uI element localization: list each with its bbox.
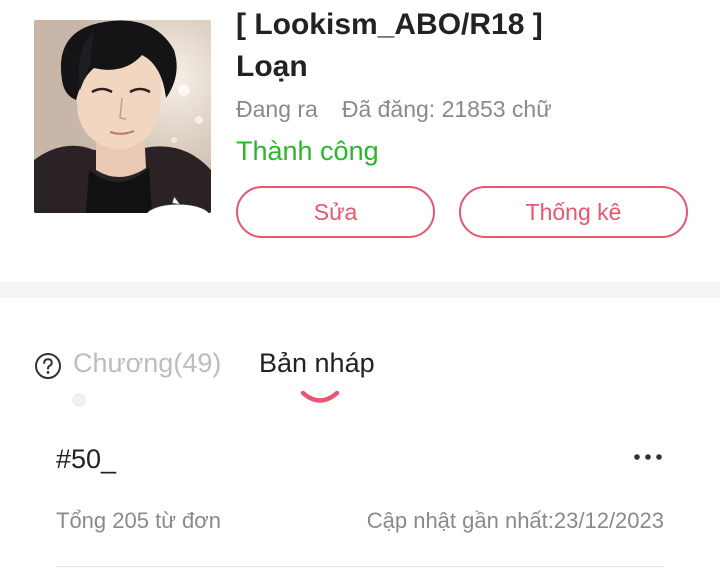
published-word-count: Đã đăng: 21853 chữ: [341, 96, 552, 122]
tab-drafts[interactable]: Bản nháp: [259, 348, 375, 379]
tab-chapters[interactable]: Chương(49): [73, 348, 221, 379]
list-divider: [56, 566, 664, 567]
tab-chapters-dot: [72, 393, 86, 407]
book-title-line-1: [ Lookism_ABO/R18 ]: [236, 8, 543, 41]
cover-illustration: [34, 20, 211, 213]
edit-button[interactable]: Sửa: [236, 186, 435, 238]
more-dots: [634, 454, 662, 460]
section-divider: [0, 282, 720, 298]
book-meta: Đang ra Đã đăng: 21853 chữ: [236, 96, 552, 123]
content-tabs: Chương(49) Bản nháp: [0, 298, 720, 418]
book-title: [ Lookism_ABO/R18 ] Loạn: [236, 4, 706, 88]
draft-list-item[interactable]: #50_ Tổng 205 từ đơn Cập nhật gần nhất:2…: [56, 436, 664, 568]
statistics-button[interactable]: Thống kê: [459, 186, 688, 238]
draft-title: #50_: [56, 444, 117, 474]
book-title-line-2: Loạn: [236, 50, 308, 83]
draft-word-count: Tổng 205 từ đơn: [56, 508, 221, 533]
active-tab-indicator: [300, 390, 340, 403]
question-circle-icon[interactable]: [34, 352, 62, 380]
publishing-status: Đang ra: [236, 96, 318, 122]
more-horizontal-icon[interactable]: [632, 444, 664, 470]
book-cover-image[interactable]: [34, 20, 211, 213]
book-header: [ Lookism_ABO/R18 ] Loạn Đang ra Đã đăng:…: [0, 0, 720, 282]
draft-last-updated: Cập nhật gần nhất:23/12/2023: [366, 508, 664, 533]
review-status: Thành công: [236, 136, 379, 166]
